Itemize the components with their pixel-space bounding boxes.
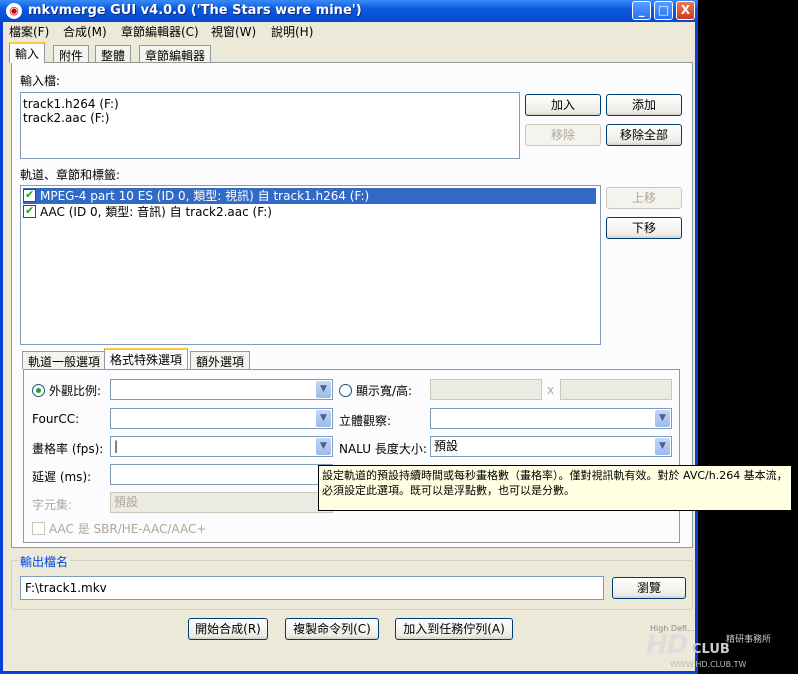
chevron-down-icon: ▼ bbox=[655, 410, 670, 427]
nalu-size-label: NALU 長度大小: bbox=[339, 442, 427, 456]
display-wh-option[interactable]: 顯示寬/高: bbox=[339, 382, 412, 399]
format-options-panel: 外觀比例: ▼ 顯示寬/高: x FourCC: ▼ 立體觀察: ▼ 畫格率 (… bbox=[23, 369, 680, 543]
chevron-down-icon: ▼ bbox=[316, 381, 331, 398]
aac-sbr-label: AAC 是 SBR/HE-AAC/AAC+ bbox=[49, 522, 207, 536]
watermark-cn: 精研事務所 bbox=[726, 635, 772, 645]
fps-value: | bbox=[114, 439, 119, 453]
fourcc-label: FourCC: bbox=[32, 412, 80, 426]
watermark-club: CLUB bbox=[692, 642, 730, 657]
tracks-label: 軌道、章節和標籤: bbox=[20, 168, 121, 182]
output-file-group: 輸出檔名 F:\track1.mkv 瀏覽 bbox=[11, 553, 693, 610]
tracks-list[interactable]: ✔ MPEG-4 part 10 ES (ID 0, 類型: 視訊) 自 trac… bbox=[20, 185, 601, 345]
chevron-down-icon: ▼ bbox=[655, 438, 670, 455]
watermark-url: WWW.HD.CLUB.TW bbox=[670, 660, 747, 669]
chevron-down-icon: ▼ bbox=[316, 410, 331, 427]
tab-track-general[interactable]: 軌道一般選項 bbox=[22, 351, 107, 369]
input-files-list[interactable]: track1.h264 (F:) track2.aac (F:) bbox=[20, 92, 520, 159]
charset-combo[interactable]: 預設 bbox=[110, 492, 333, 513]
track-label: MPEG-4 part 10 ES (ID 0, 類型: 視訊) 自 track… bbox=[40, 189, 370, 203]
display-height-field[interactable] bbox=[560, 379, 672, 400]
minimize-button[interactable]: _ bbox=[632, 1, 651, 20]
nalu-size-value: 預設 bbox=[434, 439, 459, 453]
track-checkbox[interactable]: ✔ bbox=[23, 188, 36, 202]
list-item[interactable]: track2.aac (F:) bbox=[23, 110, 109, 126]
maximize-button[interactable]: □ bbox=[654, 1, 673, 20]
title-bar[interactable]: ◉ mkvmerge GUI v4.0.0 ('The Stars were m… bbox=[0, 0, 698, 22]
mkvmerge-app-icon[interactable]: ◉ bbox=[6, 3, 22, 19]
output-path-input[interactable]: F:\track1.mkv bbox=[20, 576, 604, 600]
tab-extra-options[interactable]: 額外選項 bbox=[190, 351, 251, 369]
chevron-down-icon: ▼ bbox=[316, 438, 331, 455]
menu-file[interactable]: 檔案(F) bbox=[9, 23, 49, 40]
track-row[interactable]: ✔ MPEG-4 part 10 ES (ID 0, 類型: 視訊) 自 trac… bbox=[23, 188, 596, 204]
move-up-button[interactable]: 上移 bbox=[606, 187, 682, 209]
aspect-ratio-combo[interactable]: ▼ bbox=[110, 379, 333, 400]
browse-button[interactable]: 瀏覽 bbox=[612, 577, 686, 599]
hdclub-watermark: High Defi... HD CLUB 精研事務所 WWW.HD.CLUB.T… bbox=[640, 624, 798, 674]
output-filename-legend: 輸出檔名 bbox=[18, 553, 71, 570]
charset-label: 字元集: bbox=[32, 498, 73, 512]
close-button[interactable]: X bbox=[676, 1, 695, 20]
charset-value: 預設 bbox=[114, 495, 139, 509]
aac-sbr-checkbox[interactable] bbox=[32, 522, 45, 535]
tab-input[interactable]: 輸入 bbox=[9, 42, 46, 63]
tab-format-specific[interactable]: 格式特殊選項 bbox=[104, 348, 189, 369]
start-muxing-button[interactable]: 開始合成(R) bbox=[188, 618, 268, 640]
menu-chapter-editor[interactable]: 章節編輯器(C) bbox=[121, 23, 199, 40]
fps-combo[interactable]: | ▼ bbox=[110, 436, 333, 457]
append-file-button[interactable]: 添加 bbox=[606, 94, 682, 116]
fps-tooltip: 設定軌道的預設持續時間或每秒畫格數（畫格率）。僅對視訊軌有效。對於 AVC/h.… bbox=[318, 465, 792, 511]
input-files-label: 輸入檔: bbox=[20, 74, 61, 88]
delay-field[interactable] bbox=[110, 464, 333, 485]
fourcc-combo[interactable]: ▼ bbox=[110, 408, 333, 429]
main-window: ◉ mkvmerge GUI v4.0.0 ('The Stars were m… bbox=[0, 0, 698, 674]
track-row[interactable]: ✔ AAC (ID 0, 類型: 音訊) 自 track2.aac (F:) bbox=[23, 204, 272, 220]
watermark-hd: HD bbox=[646, 630, 688, 660]
tab-chapter-editor[interactable]: 章節編輯器 bbox=[139, 45, 212, 63]
display-wh-label: 顯示寬/高: bbox=[356, 384, 413, 398]
display-width-field[interactable] bbox=[430, 379, 542, 400]
add-file-button[interactable]: 加入 bbox=[525, 94, 601, 116]
aspect-ratio-radio[interactable] bbox=[32, 384, 45, 397]
menu-help[interactable]: 說明(H) bbox=[271, 23, 313, 40]
window-title: mkvmerge GUI v4.0.0 ('The Stars were min… bbox=[28, 3, 362, 18]
tab-global[interactable]: 整體 bbox=[95, 45, 132, 63]
dimension-separator: x bbox=[547, 383, 555, 397]
copy-command-line-button[interactable]: 複製命令列(C) bbox=[285, 618, 379, 640]
display-wh-radio[interactable] bbox=[339, 384, 352, 397]
check-mark-icon: ✔ bbox=[25, 188, 35, 201]
remove-file-button[interactable]: 移除 bbox=[525, 124, 601, 146]
aac-sbr-option[interactable]: AAC 是 SBR/HE-AAC/AAC+ bbox=[32, 520, 206, 537]
menu-bar: 檔案(F) 合成(M) 章節編輯器(C) 視窗(W) 說明(H) bbox=[3, 22, 695, 40]
move-down-button[interactable]: 下移 bbox=[606, 217, 682, 239]
stereo-mode-combo[interactable]: ▼ bbox=[430, 408, 672, 429]
track-checkbox[interactable]: ✔ bbox=[23, 204, 36, 218]
menu-mux[interactable]: 合成(M) bbox=[63, 23, 107, 40]
aspect-ratio-option[interactable]: 外觀比例: bbox=[32, 382, 101, 399]
fps-label: 畫格率 (fps): bbox=[32, 442, 104, 456]
nalu-size-combo[interactable]: 預設 ▼ bbox=[430, 436, 672, 457]
remove-all-button[interactable]: 移除全部 bbox=[606, 124, 682, 146]
check-mark-icon: ✔ bbox=[25, 204, 35, 217]
stereo-mode-label: 立體觀察: bbox=[339, 414, 392, 428]
delay-label: 延遲 (ms): bbox=[32, 470, 92, 484]
aspect-ratio-label: 外觀比例: bbox=[49, 384, 102, 398]
menu-window[interactable]: 視窗(W) bbox=[211, 23, 256, 40]
add-to-job-queue-button[interactable]: 加入到任務佇列(A) bbox=[395, 618, 513, 640]
tab-attachments[interactable]: 附件 bbox=[53, 45, 90, 63]
track-label: AAC (ID 0, 類型: 音訊) 自 track2.aac (F:) bbox=[40, 205, 272, 219]
